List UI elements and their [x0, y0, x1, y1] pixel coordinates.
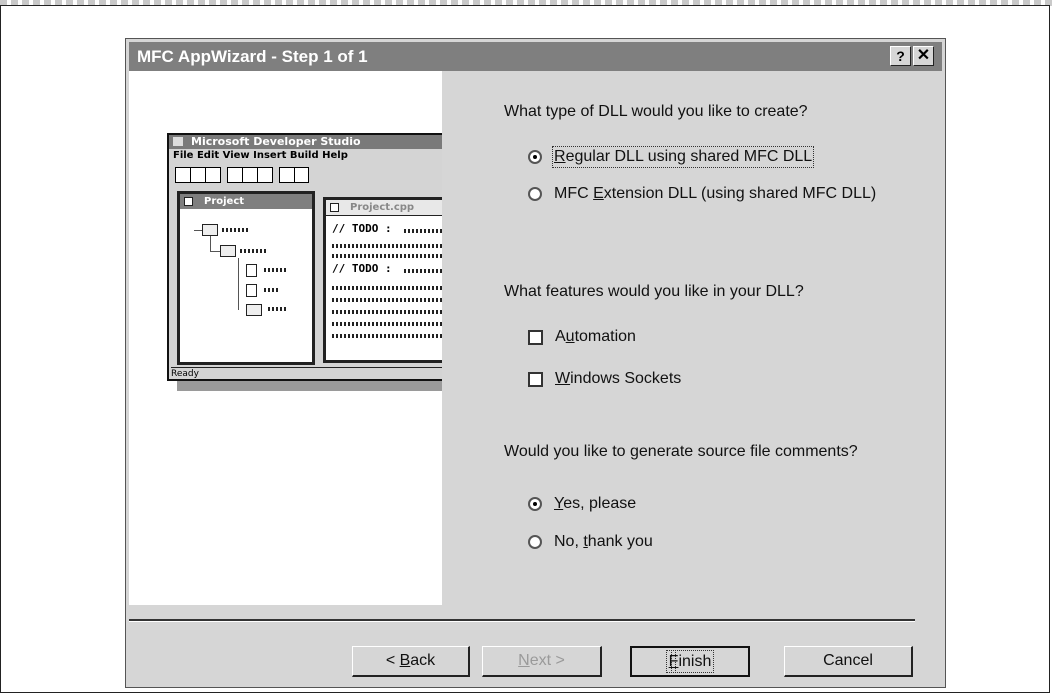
illustration-title: Microsoft Developer Studio: [169, 135, 485, 149]
radio-unselected-icon[interactable]: [528, 535, 542, 549]
code-todo-line: // TODO :: [332, 262, 392, 275]
file-icon: [246, 284, 257, 297]
separator: [129, 619, 915, 622]
toolbar-group-icon: [175, 167, 221, 183]
no-thank-you-radio[interactable]: No, thank you: [528, 533, 653, 551]
comments-question: Would you like to generate source file c…: [504, 443, 858, 460]
extension-dll-label: MFC Extension DLL (using shared MFC DLL): [554, 185, 877, 202]
automation-checkbox[interactable]: Automation: [528, 328, 636, 346]
squiggle-text: [332, 322, 460, 326]
squiggle-text: [268, 307, 288, 311]
tree-line: [238, 258, 239, 310]
regular-dll-label: Regular DLL using shared MFC DLL: [551, 146, 815, 168]
toolbar-group-icon: [279, 167, 309, 183]
dll-type-question: What type of DLL would you like to creat…: [504, 103, 808, 120]
file-icon: [246, 264, 257, 277]
options-pane: What type of DLL would you like to creat…: [442, 71, 942, 605]
squiggle-text: [264, 288, 280, 292]
appwizard-dialog: MFC AppWizard - Step 1 of 1 ? ✕ Microsof…: [125, 38, 946, 688]
illustration-pane: Microsoft Developer Studio File Edit Vie…: [129, 71, 497, 605]
regular-dll-radio[interactable]: Regular DLL using shared MFC DLL: [528, 146, 815, 168]
close-button[interactable]: ✕: [913, 46, 934, 66]
project-window-illustration: Project: [177, 191, 315, 365]
squiggle-text: [240, 249, 266, 253]
figure-frame: MFC AppWizard - Step 1 of 1 ? ✕ Microsof…: [0, 5, 1050, 693]
project-window-title: Project: [180, 194, 312, 209]
squiggle-text: [332, 244, 442, 248]
radio-selected-icon[interactable]: [528, 497, 542, 511]
automation-label: Automation: [555, 328, 636, 345]
window-menu-icon: [184, 197, 193, 206]
toolbar-group-icon: [227, 167, 273, 183]
cancel-button[interactable]: Cancel: [784, 646, 913, 677]
squiggle-text: [332, 310, 460, 314]
finish-button[interactable]: Finish: [630, 646, 750, 677]
yes-please-label: Yes, please: [554, 495, 637, 512]
folder-icon: [220, 245, 236, 257]
squiggle-text: [332, 334, 460, 338]
back-button[interactable]: < Back: [352, 646, 470, 677]
squiggle-text: [332, 254, 452, 258]
window-menu-icon: [330, 203, 339, 212]
help-button[interactable]: ?: [890, 46, 911, 66]
windows-sockets-label: Windows Sockets: [555, 370, 682, 387]
tree-line: [210, 236, 211, 252]
code-todo-line: // TODO :: [332, 222, 392, 235]
folder-icon: [202, 224, 218, 236]
checkbox-icon[interactable]: [528, 371, 543, 387]
folder-icon: [246, 304, 262, 316]
features-question: What features would you like in your DLL…: [504, 283, 804, 300]
squiggle-text: [332, 298, 460, 302]
title-bar[interactable]: MFC AppWizard - Step 1 of 1 ? ✕: [129, 42, 942, 71]
radio-selected-icon[interactable]: [528, 150, 542, 164]
window-title: MFC AppWizard - Step 1 of 1: [137, 47, 368, 66]
illustration-menu: File Edit View Insert Build Help: [173, 150, 348, 161]
windows-sockets-checkbox[interactable]: Windows Sockets: [528, 370, 681, 388]
squiggle-text: [222, 228, 248, 232]
system-menu-icon: [173, 137, 183, 146]
extension-dll-radio[interactable]: MFC Extension DLL (using shared MFC DLL): [528, 185, 876, 203]
radio-unselected-icon[interactable]: [528, 187, 542, 201]
no-thank-you-label: No, thank you: [554, 533, 653, 550]
squiggle-text: [264, 268, 288, 272]
illustration-status: Ready: [171, 367, 483, 380]
yes-please-radio[interactable]: Yes, please: [528, 495, 636, 513]
squiggle-text: [332, 286, 460, 290]
next-button[interactable]: Next >: [482, 646, 602, 677]
checkbox-icon[interactable]: [528, 329, 543, 345]
developer-studio-illustration: Microsoft Developer Studio File Edit Vie…: [167, 133, 487, 381]
